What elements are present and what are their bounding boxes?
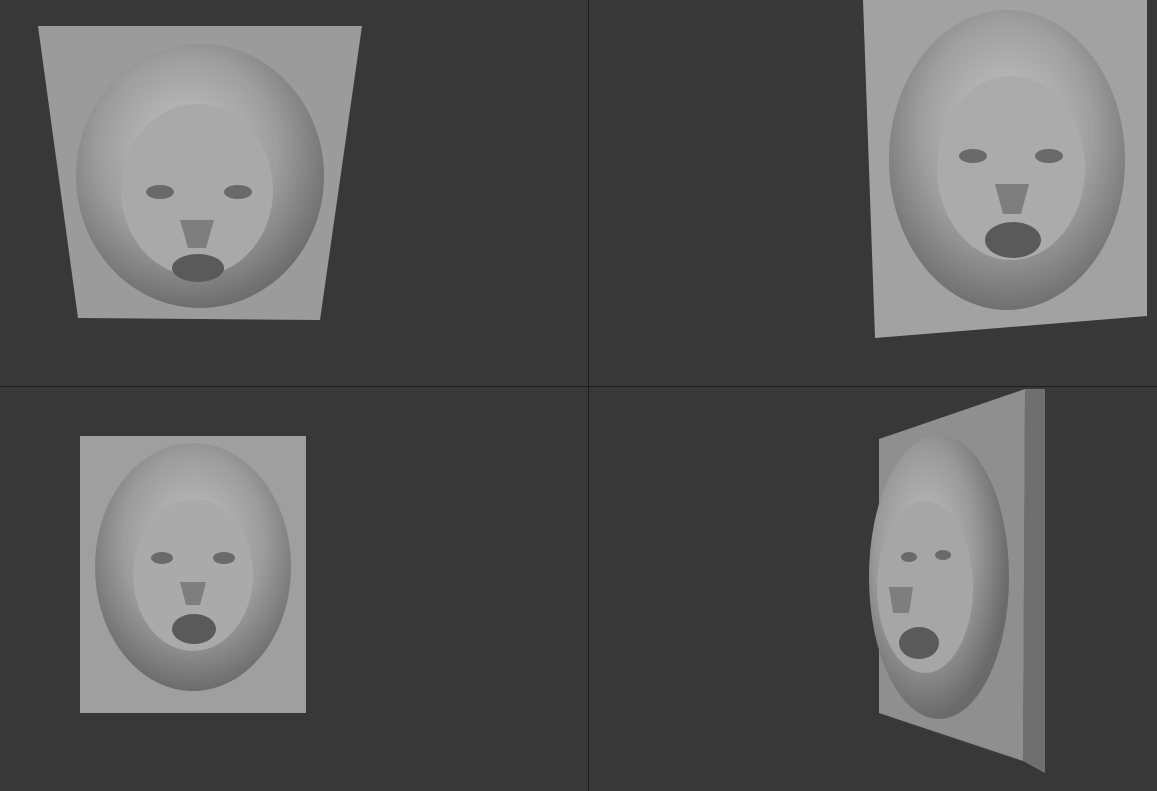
- lion-nose: [889, 587, 913, 613]
- viewport-bottom-right[interactable]: [589, 387, 1157, 791]
- lion-eye-right: [224, 185, 252, 199]
- relief-model-top-right: [863, 0, 1147, 338]
- viewport-grid: [0, 0, 1157, 791]
- relief-model-bottom-right: [869, 389, 1045, 773]
- lion-eye-right: [935, 550, 951, 560]
- lion-eye-right: [213, 552, 235, 564]
- lion-eye-left: [146, 185, 174, 199]
- relief-model-top-left: [38, 26, 362, 320]
- lion-mouth: [172, 254, 224, 282]
- viewport-bottom-left[interactable]: [0, 387, 588, 791]
- viewport-divider-horizontal[interactable]: [0, 386, 1157, 387]
- lion-mouth: [172, 614, 216, 644]
- lion-mouth: [985, 222, 1041, 258]
- lion-eye-left: [151, 552, 173, 564]
- viewport-divider-vertical[interactable]: [588, 0, 589, 791]
- lion-eye-left: [901, 552, 917, 562]
- viewport-top-left[interactable]: [0, 0, 588, 386]
- relief-model-bottom-left: [80, 436, 306, 713]
- lion-eye-right: [1035, 149, 1063, 163]
- lion-eye-left: [959, 149, 987, 163]
- viewport-top-right[interactable]: [589, 0, 1157, 386]
- relief-plate-side: [1023, 389, 1045, 773]
- lion-mouth: [899, 627, 939, 659]
